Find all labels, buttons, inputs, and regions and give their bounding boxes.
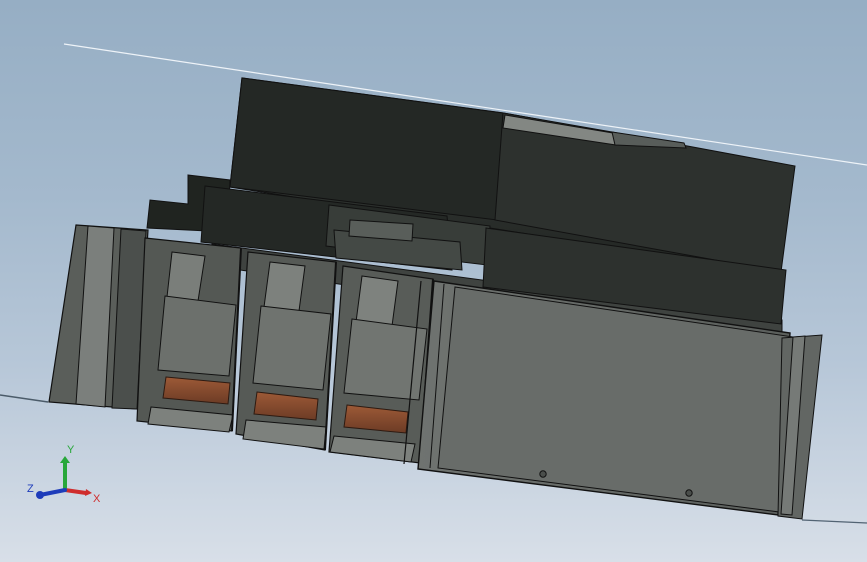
x-label: X — [93, 493, 100, 505]
pole-window-3 — [343, 318, 428, 401]
view-triad[interactable]: X Y Z — [24, 440, 100, 510]
ground-line-right — [801, 519, 867, 524]
screw-hole-1 — [539, 470, 547, 478]
pole-window-upper-2 — [263, 261, 306, 312]
z-label: Z — [27, 483, 34, 495]
x-axis-icon — [63, 488, 88, 495]
pole-window-1 — [157, 295, 237, 377]
y-arrow-icon — [60, 456, 70, 463]
breaker-model[interactable] — [0, 0, 867, 562]
cover-step — [611, 131, 687, 149]
z-end-icon — [36, 491, 44, 499]
screw-hole-2 — [685, 489, 693, 497]
pole-window-upper-1 — [166, 251, 206, 302]
pole-window-upper-3 — [355, 275, 399, 327]
ground-line-left — [0, 394, 49, 403]
pole-window-2 — [252, 305, 332, 391]
x-arrow-icon — [85, 489, 92, 496]
y-label: Y — [67, 444, 75, 456]
cad-viewport[interactable]: X Y Z — [0, 0, 867, 562]
